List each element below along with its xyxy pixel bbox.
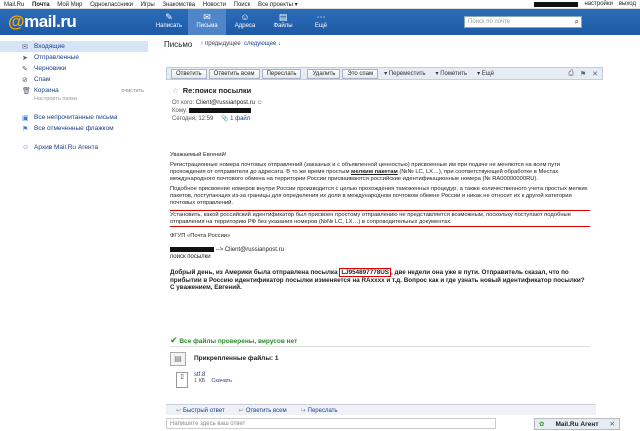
quoted-header: --> Client@russianpost.ru поиск посылки: [170, 247, 284, 261]
clean-trash-link[interactable]: очистить: [121, 88, 144, 94]
message-meta: От кого: Client@russianpost.ru ☺ Кому: С…: [172, 100, 263, 122]
link-search[interactable]: Поиск: [234, 2, 251, 8]
sidebar: ✉ Входящие ➤ Отправленные ✎ Черновики ⊘ Спам…: [0, 37, 148, 431]
virus-check-status: ✔ Все файлы проверены, вирусов нет: [170, 335, 298, 345]
mark-dropdown[interactable]: ▾ Пометить: [432, 69, 472, 79]
body-paragraph-2: Подобное присвоение номеров внутри Росси…: [170, 186, 588, 206]
signature: ФГУП «Почта России»: [170, 233, 231, 239]
trash-icon: 🗑: [22, 87, 31, 95]
filter-flagged[interactable]: ⚑ Все отмеченные флажком: [0, 123, 148, 134]
reply-actions-bar: ↩ Быстрый ответ ↩ Ответить всем ↪ Переслать: [166, 404, 596, 415]
mailru-agent-button[interactable]: ✿ Mail.Ru Агент ✕: [534, 418, 620, 430]
reply-all-button[interactable]: Ответить всем: [208, 68, 260, 79]
attachment-file[interactable]: ▯ stf.8 1 КБ Скачать: [176, 372, 232, 388]
flag-icon[interactable]: ⚑: [580, 70, 586, 78]
check-icon: ✔: [170, 335, 178, 345]
more-button[interactable]: ⋯ Ещё: [302, 9, 340, 35]
agent-flower-icon: ✿: [539, 421, 545, 428]
file-size: 1 КБ: [194, 378, 206, 384]
attachment-link[interactable]: 📎 1 файл: [221, 116, 250, 122]
link-mailru[interactable]: Mail.Ru: [4, 2, 24, 8]
inbox-icon: ✉: [22, 43, 28, 51]
page-title-row: Письмо ↑ предыдущее следующее ↓: [156, 37, 640, 51]
next-link[interactable]: следующее ↓: [244, 41, 281, 47]
filter-unread[interactable]: ▣ Все непрочитанные письма: [0, 112, 148, 123]
user-email-redacted[interactable]: [534, 1, 579, 7]
link-myworld[interactable]: Мой Мир: [57, 2, 82, 8]
recipient-redacted: [189, 107, 252, 113]
folder-inbox[interactable]: ✉ Входящие: [0, 41, 148, 52]
spam-icon: ⊘: [22, 76, 28, 84]
top-links-bar: Mail.Ru Почта Мой Мир Одноклассники Игры…: [0, 0, 640, 9]
quoted-subject: поиск посылки: [170, 254, 211, 261]
unread-icon: ▣: [22, 114, 29, 122]
files-button[interactable]: ▤ Файлы: [264, 9, 302, 35]
prev-link[interactable]: ↑ предыдущее: [200, 41, 240, 47]
search-input[interactable]: Поиск по почте ⌕: [464, 16, 582, 28]
attachments-thumb-icon[interactable]: ▤: [170, 351, 186, 366]
close-icon[interactable]: ✕: [592, 70, 598, 78]
header: @mail.ru ✎ Написать ✉ Письма ☺ Адреса ▤ Файл…: [0, 9, 640, 35]
spam-button[interactable]: Это спам: [342, 68, 379, 79]
attachments-header: ▤ Прикрепленные файлы: 1: [170, 346, 590, 366]
print-icon[interactable]: ⎙: [568, 70, 574, 78]
folder-trash[interactable]: 🗑 Корзина очистить: [0, 85, 148, 96]
folder-sent[interactable]: ➤ Отправленные: [0, 52, 148, 63]
link-all-projects[interactable]: Все проекты ▾: [258, 2, 298, 8]
link-ok[interactable]: Одноклассники: [90, 2, 133, 8]
folder-drafts[interactable]: ✎ Черновики: [0, 63, 148, 74]
envelope-icon: ✉: [203, 12, 211, 22]
message-subject-row: ☆ Re:поиск посылки: [172, 86, 597, 95]
contacts-button[interactable]: ☺ Адреса: [226, 9, 264, 35]
contact-icon[interactable]: ☺: [257, 100, 263, 106]
pencil-icon: ✎: [165, 12, 173, 22]
folder-settings-link[interactable]: Настроить папки: [0, 96, 148, 104]
page-title: Письмо: [164, 39, 193, 49]
search-icon[interactable]: ⌕: [575, 17, 579, 27]
flag-icon: ⚑: [22, 125, 29, 133]
link-dating[interactable]: Знакомства: [162, 2, 195, 8]
quick-reply-link[interactable]: ↩ Быстрый ответ: [176, 407, 225, 414]
greeting: Уважаемый Евгений!: [170, 152, 227, 158]
drafts-icon: ✎: [22, 65, 28, 73]
sent-icon: ➤: [22, 54, 28, 62]
attachments-label: Прикрепленные файлы: 1: [194, 355, 279, 362]
download-link[interactable]: Скачать: [211, 378, 232, 384]
link-games[interactable]: Игры: [141, 2, 155, 8]
highlight-line-top: [170, 210, 590, 211]
reply-all-link[interactable]: ↩ Ответить всем: [239, 407, 287, 414]
compose-button[interactable]: ✎ Написать: [150, 9, 188, 35]
body-paragraph-3: Установить, какой российский идентификат…: [170, 212, 590, 227]
agent-icon: ☺: [22, 144, 30, 151]
link-news[interactable]: Новости: [203, 2, 226, 8]
logo[interactable]: @mail.ru: [0, 12, 150, 32]
message-subject: Re:поиск посылки: [182, 86, 252, 95]
star-icon[interactable]: ☆: [172, 86, 179, 95]
forward-link[interactable]: ↪ Переслать: [301, 407, 338, 414]
more-dropdown[interactable]: ▾ Ещё: [473, 69, 498, 79]
logout-link[interactable]: выход: [619, 1, 636, 7]
move-dropdown[interactable]: ▾ Переместить: [380, 69, 429, 79]
person-icon: ☺: [240, 12, 250, 22]
quoted-text: Добрый день, из Америки была отправлена …: [170, 268, 585, 292]
message-body: Уважаемый Евгений! Регистрационные номер…: [170, 152, 590, 295]
sender-address[interactable]: Client@russianpost.ru: [196, 100, 255, 106]
settings-link[interactable]: настройки: [584, 1, 612, 7]
message-toolbar: Ответить Ответить всем Переслать Удалить…: [166, 67, 603, 80]
letters-button[interactable]: ✉ Письма: [188, 9, 226, 35]
files-icon: ▤: [278, 12, 288, 22]
file-icon[interactable]: ▯: [176, 372, 188, 388]
quick-reply-input[interactable]: Напишите здесь ваш ответ: [166, 418, 496, 429]
agent-archive[interactable]: ☺ Архив Mail.Ru Агента: [0, 142, 148, 153]
forward-button[interactable]: Переслать: [261, 68, 302, 79]
reply-button[interactable]: Ответить: [171, 68, 207, 79]
more-icon: ⋯: [316, 12, 326, 22]
link-mail[interactable]: Почта: [32, 2, 50, 8]
agent-close-icon[interactable]: ✕: [610, 420, 615, 428]
folder-spam[interactable]: ⊘ Спам: [0, 74, 148, 85]
delete-button[interactable]: Удалить: [307, 68, 341, 79]
quoted-sender-redacted: [170, 247, 214, 252]
body-paragraph-1: Регистрационные номера почтовых отправле…: [170, 162, 561, 182]
message-date: Сегодня, 12:59: [172, 116, 214, 122]
